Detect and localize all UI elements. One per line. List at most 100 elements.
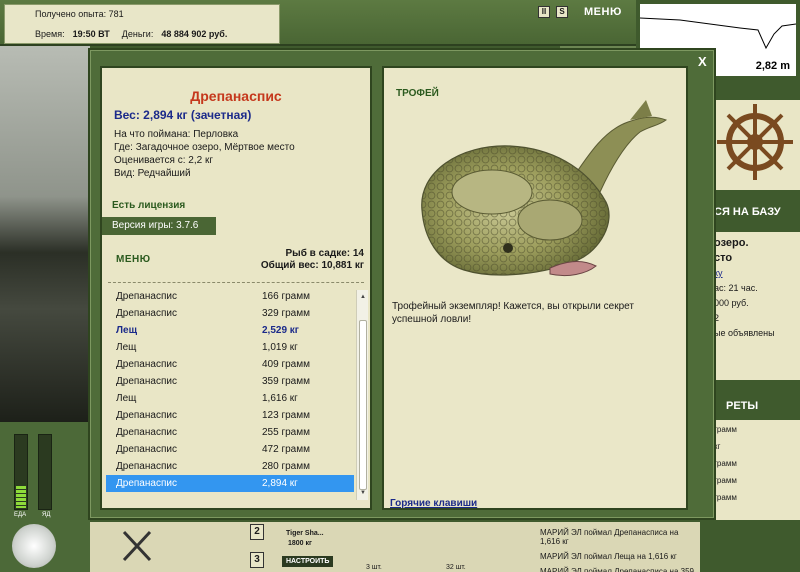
catch-list-scrollbar[interactable]: ▲ ▼ xyxy=(356,290,368,500)
catch-row[interactable]: Дрепанаспис 472 грамм xyxy=(106,441,354,458)
top-controls: II S МЕНЮ xyxy=(538,6,622,18)
fish-details: На что поймана: Перловка Где: Загадочное… xyxy=(114,128,370,180)
tackle-strip: 2 3 Tiger Sha... 1800 кг НАСТРОИТЬ 3 шт.… xyxy=(90,520,700,572)
location-line-1: озеро. xyxy=(714,237,749,249)
money-value: 48 884 902 руб. xyxy=(161,29,228,39)
catch-name: Дрепанаспис xyxy=(116,410,177,421)
sound-button[interactable]: S xyxy=(556,6,568,18)
trophy-panel: ТРОФЕЙ Трофейный экземпляр! Кажется, вы … xyxy=(382,66,688,510)
catch-name: Лещ xyxy=(116,325,138,336)
scroll-thumb[interactable] xyxy=(359,320,367,490)
poison-gauge xyxy=(38,434,52,510)
catch-name: Дрепанаспис xyxy=(116,427,177,438)
catch-row[interactable]: Дрепанаспис 359 грамм xyxy=(106,373,354,390)
catch-row[interactable]: Дрепанаспис 166 грамм xyxy=(106,288,354,305)
license-status: Есть лицензия xyxy=(112,200,186,211)
fish-name: Дрепанаспис xyxy=(190,88,282,104)
pause-button[interactable]: II xyxy=(538,6,550,18)
top-bar: Получено опыта: 781 Время: 19:50 ВТ Деньги… xyxy=(0,0,636,46)
kind-line: Вид: Редчайший xyxy=(114,168,191,179)
catch-name: Дрепанаспис xyxy=(116,444,177,455)
catch-name: Лещ xyxy=(116,393,137,404)
catch-name: Лещ xyxy=(116,342,137,353)
log-entry: МАРИЙ ЭЛ поймал Дрепанасписа на 1,616 кг xyxy=(540,528,679,546)
pot-icon[interactable] xyxy=(12,524,56,568)
ship-wheel-icon[interactable] xyxy=(710,100,800,190)
catch-weight: 255 грамм xyxy=(262,427,310,438)
catch-row[interactable]: Лещ 1,019 кг xyxy=(106,339,354,356)
dialog-menu-button[interactable]: МЕНЮ xyxy=(116,254,151,265)
time-money: Время: 19:50 ВТ Деньги: 48 884 902 руб. xyxy=(35,29,239,39)
catch-weight: 472 грамм xyxy=(262,444,310,455)
player-stats: Получено опыта: 781 Время: 19:50 ВТ Деньги… xyxy=(4,4,280,44)
log-entry: МАРИЙ ЭЛ поймал Леща на 1,616 кг xyxy=(540,552,677,561)
catch-weight: 280 грамм xyxy=(262,461,310,472)
location-line-7: ые объявлены xyxy=(714,328,775,338)
catch-weight: 1,019 кг xyxy=(262,342,298,353)
location-line-6: 2 xyxy=(714,313,720,323)
time-value: 19:50 ВТ xyxy=(72,29,110,39)
catch-name: Дрепанаспис xyxy=(116,461,177,472)
rod-slot-2[interactable]: 2 xyxy=(250,524,264,540)
drepanaspis-fish-icon xyxy=(421,100,668,277)
item-count-2: 32 шт. xyxy=(446,564,466,571)
location-line-5: 000 руб. xyxy=(714,298,749,308)
keepnet-weight: Общий вес: 10,881 кг xyxy=(260,260,364,271)
catch-row[interactable]: Дрепанаспис 329 грамм xyxy=(106,305,354,322)
experience-text: Получено опыта: 781 xyxy=(35,9,124,19)
top-menu-button[interactable]: МЕНЮ xyxy=(584,6,622,18)
scroll-down-icon[interactable]: ▼ xyxy=(358,488,368,498)
catch-name: Дрепанаспис xyxy=(116,359,177,370)
lake-scene xyxy=(0,46,90,422)
place-line: Где: Загадочное озеро, Мёртвое место xyxy=(114,142,295,153)
catch-weight: 2,894 кг xyxy=(262,478,298,489)
catch-log-bottom: МАРИЙ ЭЛ поймал Дрепанасписа на 1,616 кг… xyxy=(510,522,700,572)
hotkeys-link[interactable]: Горячие клавиши xyxy=(390,498,477,509)
location-line-3[interactable]: ку xyxy=(714,266,800,281)
status-panel: ЕДА ЯД xyxy=(0,422,90,572)
time-label: Время: xyxy=(35,29,65,39)
version-number: 3.7.6 xyxy=(176,220,199,231)
catch-row-selected[interactable]: Дрепанаспис 2,894 кг xyxy=(106,475,354,492)
close-dialog-button[interactable]: X xyxy=(698,54,707,69)
catch-weight: 329 грамм xyxy=(262,308,310,319)
catch-row[interactable]: Дрепанаспис 255 грамм xyxy=(106,424,354,441)
item-count-1: 3 шт. xyxy=(366,564,382,571)
depth-value: 2,82 m xyxy=(755,60,790,72)
tackle-name: Tiger Sha... xyxy=(286,530,324,537)
version-label: Версия игры: xyxy=(112,220,177,231)
fork-knife-icon[interactable] xyxy=(118,526,158,566)
trophy-description: Трофейный экземпляр! Кажется, вы открыли… xyxy=(392,301,634,325)
catch-name: Дрепанаспис xyxy=(116,376,177,387)
tackle-capacity: 1800 кг xyxy=(288,540,312,547)
catch-row[interactable]: Лещ 1,616 кг xyxy=(106,390,354,407)
catch-weight: 1,616 кг xyxy=(262,393,298,404)
rod-slot-3[interactable]: 3 xyxy=(250,552,264,568)
keepnet-count: Рыб в садке: 14 xyxy=(285,248,364,259)
separator xyxy=(108,282,364,283)
catch-weight: 409 грамм xyxy=(262,359,310,370)
catch-name: Дрепанаспис xyxy=(116,308,177,319)
catch-row[interactable]: Лещ 2,529 кг xyxy=(106,322,354,339)
food-gauge xyxy=(14,434,28,510)
catch-name: Дрепанаспис xyxy=(116,478,177,489)
catch-row[interactable]: Дрепанаспис 280 грамм xyxy=(106,458,354,475)
catch-list: Дрепанаспис 166 грамм Дрепанаспис 329 грам… xyxy=(106,288,354,512)
scroll-up-icon[interactable]: ▲ xyxy=(358,292,368,302)
catch-weight: 2,529 кг xyxy=(262,325,299,336)
bait-line: На что поймана: Перловка xyxy=(114,129,239,140)
catch-row[interactable]: Дрепанаспис 409 грамм xyxy=(106,356,354,373)
food-label: ЕДА xyxy=(14,512,27,518)
price-line: Оценивается с: 2,2 кг xyxy=(114,155,213,166)
catch-row[interactable]: Дрепанаспис 123 грамм xyxy=(106,407,354,424)
catch-dialog: X Дрепанаспис Вес: 2,894 кг (зачетная) Н… xyxy=(88,48,716,520)
poison-label: ЯД xyxy=(42,512,51,518)
catch-weight: 123 грамм xyxy=(262,410,310,421)
money-label: Деньги: xyxy=(121,29,154,39)
catch-weight: 166 грамм xyxy=(262,291,310,302)
log-entry: МАРИЙ ЭЛ поймал Дрепанасписа на 359 грам… xyxy=(540,567,694,572)
catch-name: Дрепанаспис xyxy=(116,291,177,302)
setup-button[interactable]: НАСТРОИТЬ xyxy=(282,556,334,567)
location-line-4: ас: 21 час. xyxy=(714,283,758,293)
game-version: Версия игры: 3.7.6 xyxy=(102,217,216,235)
